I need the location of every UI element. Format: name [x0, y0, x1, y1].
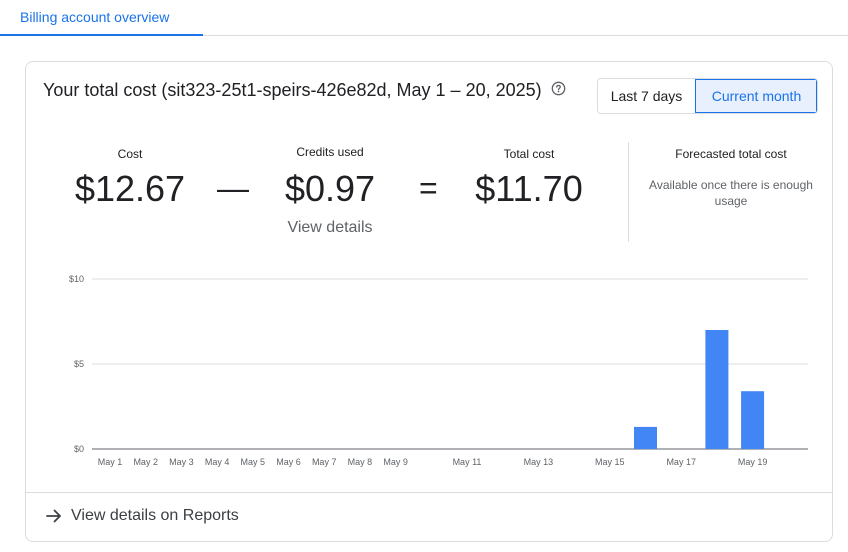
x-tick-label: May 8 [348, 457, 373, 467]
x-tick-label: May 13 [524, 457, 554, 467]
chart-bar [741, 391, 765, 449]
x-tick-label: May 5 [241, 457, 266, 467]
total-cost-card: Your total cost (sit323-25t1-speirs-426e… [25, 61, 833, 542]
x-tick-label: May 3 [169, 457, 194, 467]
chart-bar [705, 330, 729, 449]
x-tick-label: May 4 [205, 457, 230, 467]
x-tick-label: May 11 [453, 457, 482, 467]
footer-divider [26, 492, 832, 493]
y-tick-label: $10 [69, 274, 84, 284]
x-tick-label: May 9 [383, 457, 408, 467]
y-tick-label: $0 [74, 444, 84, 454]
arrow-right-icon [46, 509, 61, 523]
x-tick-label: May 15 [595, 457, 625, 467]
x-tick-label: May 7 [312, 457, 337, 467]
tab-bar: Billing account overview [0, 0, 848, 36]
chart-bar [634, 426, 657, 449]
view-reports-label: View details on Reports [71, 507, 239, 524]
x-tick-label: May 6 [276, 457, 301, 467]
x-tick-label: May 17 [666, 457, 696, 467]
view-reports-link[interactable]: View details on Reports [45, 507, 239, 525]
x-tick-label: May 2 [133, 457, 158, 467]
y-tick-label: $5 [74, 359, 84, 369]
daily-cost-chart: $10 $5 $0 May 1 May 2 May 3 May 4 May 5 May 6 May… [69, 274, 808, 467]
x-tick-label: May 19 [738, 457, 768, 467]
x-tick-label: May 1 [98, 457, 123, 467]
tab-billing-account-overview[interactable]: Billing account overview [0, 0, 203, 36]
